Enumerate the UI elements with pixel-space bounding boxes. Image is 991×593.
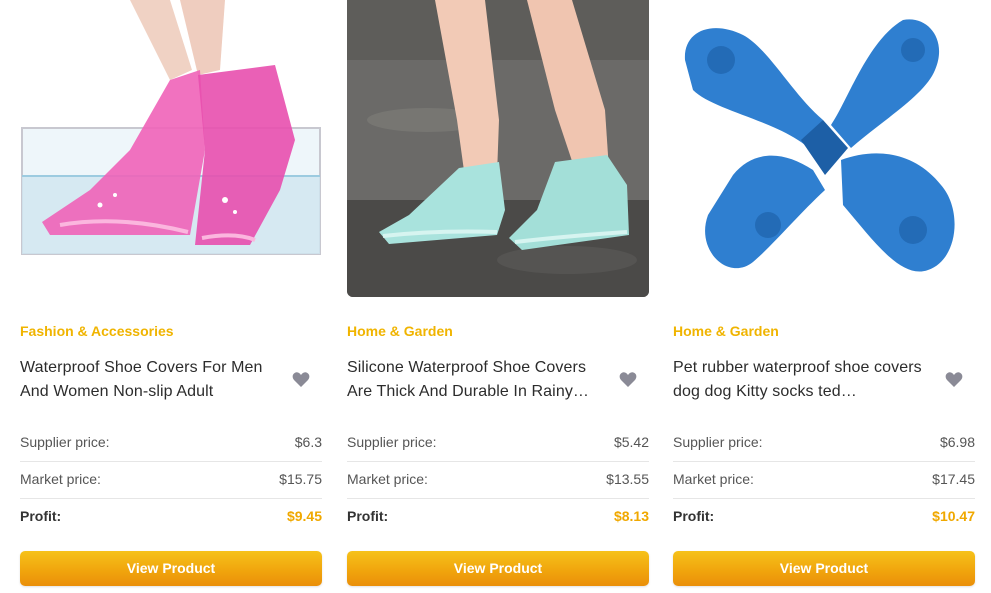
market-price-row: Market price: $13.55 (347, 461, 649, 499)
profit-value: $10.47 (932, 508, 975, 524)
market-price-label: Market price: (347, 471, 428, 487)
market-price-value: $17.45 (932, 471, 975, 487)
view-product-button[interactable]: View Product (20, 551, 322, 586)
profit-label: Profit: (20, 508, 62, 524)
market-price-label: Market price: (673, 471, 754, 487)
supplier-price-value: $6.98 (939, 434, 975, 450)
profit-label: Profit: (347, 508, 389, 524)
heart-icon[interactable] (292, 371, 310, 388)
heart-icon[interactable] (619, 371, 637, 388)
supplier-price-row: Supplier price: $5.42 (347, 424, 649, 462)
product-category[interactable]: Fashion & Accessories (20, 323, 174, 339)
supplier-price-value: $5.42 (613, 434, 649, 450)
heart-icon[interactable] (945, 371, 963, 388)
market-price-value: $15.75 (279, 471, 322, 487)
view-product-button[interactable]: View Product (347, 551, 649, 586)
market-price-row: Market price: $17.45 (673, 461, 975, 499)
supplier-price-label: Supplier price: (20, 434, 110, 450)
product-grid: Fashion & Accessories Waterproof Shoe Co… (0, 0, 991, 593)
market-price-row: Market price: $15.75 (20, 461, 322, 499)
market-price-value: $13.55 (606, 471, 649, 487)
product-card: Home & Garden Silicone Waterproof Shoe C… (347, 0, 649, 593)
supplier-price-label: Supplier price: (347, 434, 437, 450)
product-category[interactable]: Home & Garden (673, 323, 779, 339)
profit-row: Profit: $10.47 (673, 498, 975, 535)
product-card: Fashion & Accessories Waterproof Shoe Co… (20, 0, 322, 593)
product-title[interactable]: Waterproof Shoe Covers For Men And Women… (20, 356, 280, 404)
blue-pet-boots-image (673, 0, 975, 297)
product-title[interactable]: Pet rubber waterproof shoe covers dog do… (673, 356, 933, 404)
profit-row: Profit: $8.13 (347, 498, 649, 535)
mint-silicone-covers-image (347, 0, 649, 297)
profit-value: $9.45 (286, 508, 322, 524)
product-title[interactable]: Silicone Waterproof Shoe Covers Are Thic… (347, 356, 607, 404)
product-category[interactable]: Home & Garden (347, 323, 453, 339)
supplier-price-row: Supplier price: $6.3 (20, 424, 322, 462)
product-image[interactable] (673, 0, 975, 297)
product-card: Home & Garden Pet rubber waterproof shoe… (673, 0, 975, 593)
market-price-label: Market price: (20, 471, 101, 487)
view-product-button[interactable]: View Product (673, 551, 975, 586)
profit-label: Profit: (673, 508, 715, 524)
supplier-price-label: Supplier price: (673, 434, 763, 450)
product-image[interactable] (347, 0, 649, 297)
supplier-price-value: $6.3 (294, 434, 322, 450)
supplier-price-row: Supplier price: $6.98 (673, 424, 975, 462)
pink-shoe-covers-image (20, 0, 322, 297)
product-image[interactable] (20, 0, 322, 297)
profit-value: $8.13 (613, 508, 649, 524)
profit-row: Profit: $9.45 (20, 498, 322, 535)
